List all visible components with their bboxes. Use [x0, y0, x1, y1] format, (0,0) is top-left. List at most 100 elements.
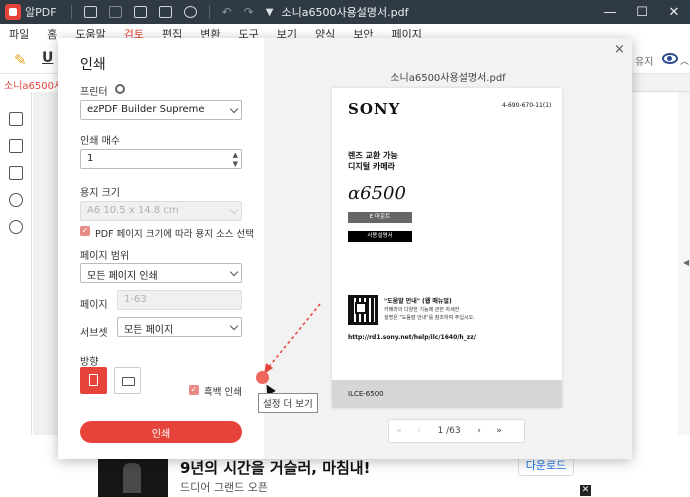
increment-icon[interactable]: ▲	[233, 151, 238, 159]
left-sidebar	[0, 92, 32, 435]
maximize-button[interactable]: ☐	[626, 0, 658, 24]
more-settings-handle[interactable]	[256, 371, 269, 384]
highlighter-icon[interactable]: ✎	[14, 51, 27, 69]
scissors-icon[interactable]	[183, 6, 197, 18]
divider	[70, 5, 72, 19]
search-icon[interactable]	[9, 220, 23, 234]
pages-label: 페이지	[80, 300, 108, 311]
printer-select[interactable]: ezPDF Builder Supreme	[80, 100, 242, 120]
preview-mount-bar: E 마운트	[348, 212, 412, 223]
redo-icon[interactable]: ↷	[244, 5, 254, 19]
chevron-down-icon	[229, 321, 239, 331]
copies-value: 1	[87, 153, 94, 164]
preview-page: SONY 4-690-670-11(1) 렌즈 교환 가능 디지털 카메라 α6…	[332, 88, 562, 408]
grayscale-checkbox[interactable]: ✓	[189, 385, 199, 395]
preview-brand: SONY	[348, 100, 401, 118]
paper-size-value: A6 10.5 x 14.8 cm	[87, 205, 179, 216]
window-controls: — ☐ ✕	[594, 0, 690, 24]
ad-subtext[interactable]: 드디어 그랜드 오픈	[180, 479, 268, 495]
preview-guide-line-2: 설명은 "도움말 안내"를 참조하여 주십시오.	[384, 315, 475, 321]
chevron-up-icon[interactable]: ︿	[680, 54, 689, 67]
print-button[interactable]: 인쇄	[80, 421, 242, 443]
quick-access-toolbar: ↶ ↷ ▼	[70, 5, 274, 19]
page-range-label: 페이지 범위	[80, 251, 130, 262]
preview-product-code: 4-690-670-11(1)	[502, 102, 552, 109]
app-name: 알PDF	[25, 6, 57, 19]
first-page-button[interactable]: «	[389, 426, 409, 436]
ad-close-button[interactable]: ✕	[580, 485, 591, 496]
subset-label: 서브셋	[80, 328, 108, 339]
prev-page-button[interactable]: ‹	[409, 426, 429, 436]
chevron-down-icon	[229, 104, 239, 114]
printer-select-value: ezPDF Builder Supreme	[87, 104, 205, 115]
paper-source-label[interactable]: PDF 페이지 크기에 따라 용지 소스 선택	[95, 226, 254, 240]
print-preview-panel: 소니a6500사용설명서.pdf SONY 4-690-670-11(1) 렌즈…	[264, 38, 632, 459]
attachment-icon[interactable]	[9, 193, 23, 207]
more-settings-tooltip: 설정 더 보기	[258, 393, 318, 413]
print-dialog: 인쇄 프린터 ezPDF Builder Supreme 인쇄 매수 1 ▲ ▼…	[58, 38, 632, 459]
print-icon[interactable]	[158, 6, 172, 18]
preview-model: α6500	[348, 183, 406, 204]
subset-value: 모든 페이지	[124, 325, 174, 336]
dialog-title: 인쇄	[80, 57, 106, 73]
menu-item[interactable]: 파일	[0, 26, 38, 42]
dialog-close-button[interactable]: ×	[614, 42, 625, 57]
paper-size-select: A6 10.5 x 14.8 cm	[80, 201, 242, 221]
grayscale-label[interactable]: 흑백 인쇄	[204, 384, 242, 398]
current-page[interactable]: 1	[437, 426, 443, 436]
decrement-icon[interactable]: ▼	[233, 160, 238, 168]
subset-select[interactable]: 모든 페이지	[117, 317, 242, 337]
save-icon[interactable]	[108, 6, 122, 18]
portrait-orientation-button[interactable]	[80, 367, 107, 394]
customize-dropdown-icon[interactable]: ▼	[266, 7, 274, 18]
minimize-button[interactable]: —	[594, 0, 626, 24]
preview-pager: « ‹ 1 /63 › »	[388, 419, 525, 443]
qr-code-icon	[348, 295, 378, 325]
preview-guide-line-1: 카메라의 다양한 기능에 관한 자세한	[384, 307, 460, 313]
title-bar: 알PDF ↶ ↷ ▼ 소니a6500사용설명서.pdf — ☐ ✕	[0, 0, 690, 24]
preview-file-title: 소니a6500사용설명서.pdf	[390, 73, 506, 84]
copies-label: 인쇄 매수	[80, 136, 120, 147]
app-logo-icon	[5, 4, 21, 20]
page-range-select[interactable]: 모든 페이지 인쇄	[80, 263, 242, 283]
page-indicator: 1 /63	[429, 426, 469, 436]
copies-stepper[interactable]: 1 ▲ ▼	[80, 149, 242, 169]
divider	[208, 5, 210, 19]
ad-headline[interactable]: 9년의 시간을 거슬러, 마침내!	[180, 457, 370, 478]
chevron-down-icon	[229, 205, 239, 215]
pages-placeholder: 1-63	[124, 294, 147, 305]
preview-manual-bar: 사용설명서	[348, 231, 412, 242]
portrait-page-icon	[89, 374, 98, 386]
last-page-button[interactable]: »	[489, 426, 509, 436]
preview-footer-text: ILCE-6500	[348, 390, 384, 398]
expand-right-arrow-icon[interactable]: ◀	[683, 258, 689, 267]
view-eye-icon[interactable]	[662, 53, 678, 64]
total-pages: /63	[446, 426, 461, 436]
printer-label: 프린터	[80, 87, 108, 98]
paper-source-checkbox[interactable]: ✓	[80, 226, 90, 236]
preview-guide-title: "도움말 안내" (웹 매뉴얼)	[384, 298, 452, 305]
preview-footer: ILCE-6500	[332, 380, 562, 408]
next-page-button[interactable]: ›	[469, 426, 489, 436]
print-settings-panel: 인쇄 프린터 ezPDF Builder Supreme 인쇄 매수 1 ▲ ▼…	[58, 38, 264, 459]
orientation-label: 방향	[80, 357, 99, 368]
ad-image[interactable]	[98, 458, 168, 497]
paper-size-label: 용지 크기	[80, 188, 120, 199]
underline-button[interactable]: U	[42, 50, 53, 66]
open-folder-icon[interactable]	[83, 6, 97, 18]
landscape-orientation-button[interactable]	[114, 367, 141, 394]
comment-icon[interactable]	[9, 166, 23, 180]
close-button[interactable]: ✕	[658, 0, 690, 24]
bookmark-icon[interactable]	[9, 139, 23, 153]
chevron-down-icon	[229, 267, 239, 277]
preview-url: http://rd1.sony.net/help/ilc/1640/h_zz/	[348, 334, 476, 341]
toolbar-partial-label[interactable]: 유지	[635, 53, 653, 68]
page-range-value: 모든 페이지 인쇄	[87, 271, 158, 282]
printer-settings-gear-icon[interactable]	[115, 84, 125, 94]
preview-heading-1: 렌즈 교환 가능	[348, 151, 398, 160]
pages-input: 1-63	[117, 290, 242, 310]
preview-heading-2: 디지털 카메라	[348, 162, 395, 171]
undo-icon[interactable]: ↶	[222, 5, 232, 19]
email-icon[interactable]	[133, 6, 147, 18]
page-thumbnails-icon[interactable]	[9, 112, 23, 126]
